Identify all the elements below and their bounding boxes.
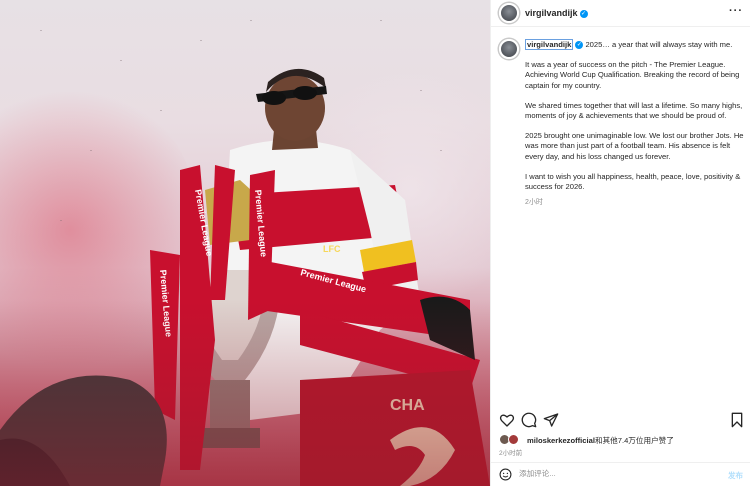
avatar (508, 434, 519, 445)
post-comment-button[interactable]: 发布 (728, 470, 743, 481)
smiley-icon[interactable] (499, 468, 512, 481)
likes-count-text: 和其他7.4万位用户赞了 (594, 436, 674, 445)
comment-bar: 发布 (491, 462, 750, 486)
verified-badge-icon: ✓ (579, 10, 588, 18)
caption-username[interactable]: virgilvandijk (525, 39, 574, 50)
post-header: virgilvandijk ✓ ··· (491, 0, 750, 27)
verified-badge-icon: ✓ (575, 41, 584, 49)
caption: virgilvandijk ✓ 2025… a year that will al… (491, 36, 750, 406)
likes-text: miloskerkezofficial和其他7.4万位用户赞了 (527, 435, 674, 446)
ellipsis-icon[interactable]: ··· (729, 6, 743, 17)
caption-time: 2小时 (525, 199, 543, 207)
username-text[interactable]: virgilvandijk (525, 8, 578, 18)
avatar[interactable] (499, 3, 519, 23)
caption-paragraph: 2025 brought one unimaginable low. We lo… (525, 131, 744, 161)
background-haze (0, 300, 490, 486)
bookmark-icon[interactable] (729, 412, 745, 428)
caption-first-line: 2025… a year that will always stay with … (585, 40, 733, 49)
comment-input[interactable] (519, 469, 709, 478)
liker-username[interactable]: miloskerkezofficial (527, 436, 595, 445)
svg-text:LFC: LFC (323, 244, 341, 254)
post-timestamp: 2小时前 (499, 450, 523, 457)
caption-text: virgilvandijk ✓ 2025… a year that will al… (525, 39, 747, 208)
heart-icon[interactable] (499, 412, 515, 428)
post-author[interactable]: virgilvandijk ✓ (525, 8, 588, 18)
send-icon[interactable] (543, 412, 559, 428)
avatar[interactable] (499, 39, 519, 59)
action-bar (491, 408, 750, 434)
comment-icon[interactable] (521, 412, 537, 428)
caption-paragraph: I want to wish you all happiness, health… (525, 171, 741, 192)
post-image[interactable]: LFC Premier League Premier League Premie (0, 0, 490, 486)
caption-paragraph: It was a year of success on the pitch - … (525, 60, 740, 90)
likes-summary[interactable]: miloskerkezofficial和其他7.4万位用户赞了 (499, 433, 749, 447)
post-sidebar: virgilvandijk ✓ ··· virgilvandijk ✓ 2025… … (490, 0, 750, 486)
caption-paragraph: We shared times together that will last … (525, 100, 743, 121)
